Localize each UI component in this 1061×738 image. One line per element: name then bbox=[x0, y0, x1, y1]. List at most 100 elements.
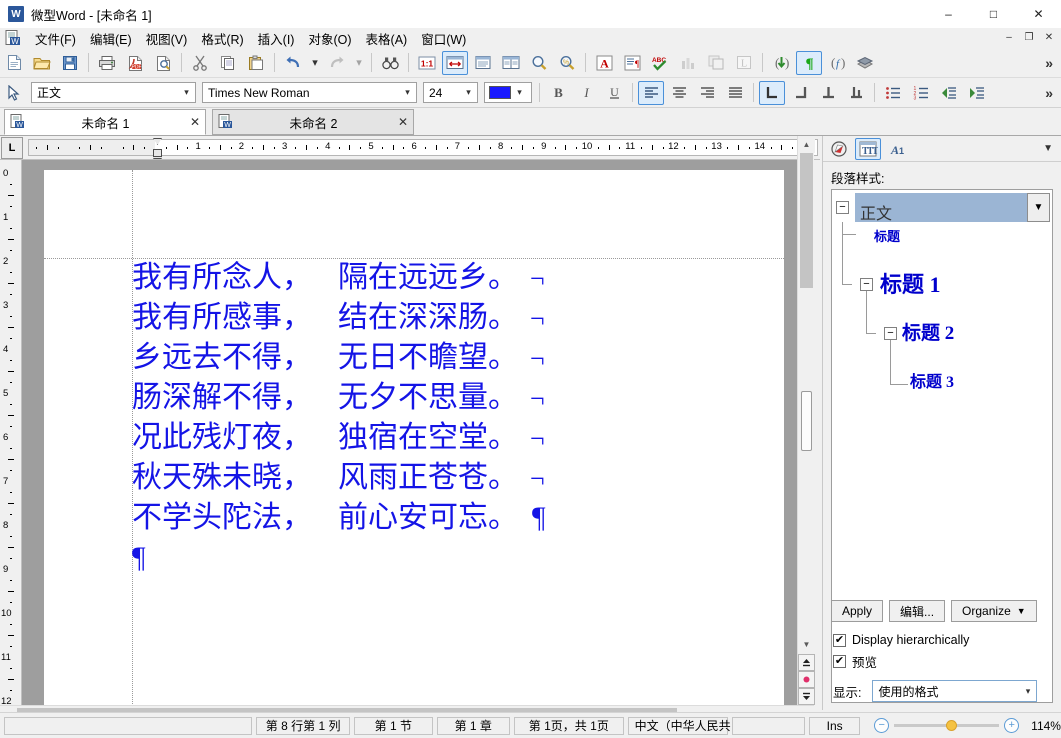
italic-button[interactable]: I bbox=[573, 81, 599, 105]
menu-file[interactable]: 文件(F) bbox=[28, 27, 83, 50]
show-filter-combo[interactable]: 使用的格式 ▾ bbox=[872, 680, 1038, 702]
menu-format[interactable]: 格式(R) bbox=[194, 27, 250, 50]
copy-icon[interactable] bbox=[215, 51, 241, 75]
next-page-icon[interactable] bbox=[798, 688, 815, 705]
tab-stop-selector[interactable]: L bbox=[1, 136, 23, 159]
menu-edit[interactable]: 编辑(E) bbox=[83, 27, 139, 50]
paragraph-style-combo[interactable]: 正文 ▾ bbox=[31, 82, 196, 103]
tab-close-icon[interactable]: ✕ bbox=[185, 115, 205, 129]
paste-icon[interactable] bbox=[243, 51, 269, 75]
browse-object-icon[interactable] bbox=[798, 671, 815, 688]
function-icon[interactable]: ( ) f bbox=[824, 51, 850, 75]
status-insert-mode[interactable]: Ins bbox=[809, 716, 861, 735]
apply-button[interactable]: Apply bbox=[831, 600, 884, 622]
document-page[interactable]: 我有所念人， 隔在远远乡。 ¬ 我有所感事， 结在深深肠。 ¬ 乡远去不得， 无日不瞻望。… bbox=[44, 170, 784, 705]
chevron-down-icon[interactable]: ▾ bbox=[1019, 682, 1036, 701]
zoom-in-icon[interactable] bbox=[526, 51, 552, 75]
document-canvas[interactable]: 我有所念人， 隔在远远乡。 ¬ 我有所感事， 结在深深肠。 ¬ 乡远去不得， 无日不瞻望。… bbox=[22, 160, 797, 705]
style-tree[interactable]: ▼ − 正文 标题 − 标题 1 − 标题 2 标题 3 bbox=[831, 189, 1053, 703]
maximize-button[interactable]: □ bbox=[971, 0, 1016, 28]
print-preview-icon[interactable] bbox=[150, 51, 176, 75]
menu-view[interactable]: 视图(V) bbox=[139, 27, 195, 50]
chevron-down-icon[interactable]: ▾ bbox=[399, 83, 416, 102]
bullet-list-icon[interactable] bbox=[880, 81, 906, 105]
menu-object[interactable]: 对象(O) bbox=[301, 27, 358, 50]
zoom-knob[interactable] bbox=[946, 720, 958, 731]
select-arrow-icon[interactable] bbox=[1, 81, 27, 105]
scroll-down-button[interactable]: ▼ bbox=[798, 636, 815, 653]
status-page[interactable]: 第 1页，共 1页 bbox=[514, 716, 624, 735]
vertical-scrollbar[interactable]: ▲ ▼ bbox=[797, 136, 815, 705]
document-text[interactable]: 我有所念人， 隔在远远乡。 ¬ 我有所感事， 结在深深肠。 ¬ 乡远去不得， 无日不瞻望。… bbox=[132, 258, 732, 578]
status-chapter[interactable]: 第 1 章 bbox=[436, 716, 511, 735]
zoom-level-label[interactable]: 114% bbox=[1031, 719, 1061, 733]
tab-untitled-2[interactable]: W 未命名 2 ✕ bbox=[212, 109, 414, 135]
status-cursor-position[interactable]: 第 8 行第 1 列 bbox=[256, 716, 351, 735]
chevron-down-icon[interactable]: ▾ bbox=[178, 83, 195, 102]
horizontal-ruler[interactable]: L 123456789101112131415 bbox=[0, 136, 837, 160]
font-color-picker[interactable]: ▾ bbox=[484, 82, 532, 103]
menu-window[interactable]: 窗口(W) bbox=[414, 27, 473, 50]
character-styles-icon[interactable] bbox=[826, 138, 852, 160]
frame-styles-icon[interactable]: A 1 bbox=[884, 138, 910, 160]
two-page-icon[interactable] bbox=[498, 51, 524, 75]
display-hierarchically-row[interactable]: ✔ Display hierarchically bbox=[833, 633, 969, 647]
vertical-ruler[interactable]: 0 1 2 3 4 5 6 7 8 9 10 11 12 bbox=[0, 160, 22, 735]
close-button[interactable]: ✕ bbox=[1016, 0, 1061, 28]
increase-indent-icon[interactable] bbox=[964, 81, 990, 105]
vertical-scroll-thumb[interactable] bbox=[800, 153, 813, 288]
zoom-slider[interactable]: − + 114% bbox=[874, 718, 1061, 733]
export-pdf-icon[interactable]: PDF bbox=[122, 51, 148, 75]
font-size-combo[interactable]: 24 ▾ bbox=[423, 82, 478, 103]
formatting-toolbar-overflow[interactable]: » bbox=[1045, 85, 1053, 101]
style-expander-3[interactable]: − bbox=[884, 327, 897, 340]
print-icon[interactable] bbox=[94, 51, 120, 75]
minimize-button[interactable]: – bbox=[926, 0, 971, 28]
zoom-out-button[interactable]: − bbox=[874, 718, 890, 733]
style-expander-0[interactable]: − bbox=[836, 201, 849, 214]
align-justify-icon[interactable] bbox=[722, 81, 748, 105]
valign-bottom-icon[interactable] bbox=[787, 81, 813, 105]
formatting-marks-icon[interactable]: ¶ bbox=[796, 50, 822, 75]
mdi-restore-button[interactable]: ❐ bbox=[1019, 29, 1039, 46]
insert-field-icon[interactable]: ( ) bbox=[768, 51, 794, 75]
previous-page-icon[interactable] bbox=[798, 654, 815, 671]
open-folder-icon[interactable] bbox=[29, 51, 55, 75]
standard-toolbar-overflow[interactable]: » bbox=[1045, 55, 1053, 71]
bold-button[interactable]: B bbox=[545, 81, 571, 105]
style-node-heading-3[interactable]: 标题 3 bbox=[910, 368, 954, 392]
tab-untitled-1[interactable]: W 未命名 1 ✕ bbox=[4, 109, 206, 135]
character-format-icon[interactable]: A bbox=[591, 51, 617, 75]
zoom-percent-icon[interactable]: % bbox=[554, 51, 580, 75]
numbered-list-icon[interactable]: 123 bbox=[908, 81, 934, 105]
mdi-minimize-button[interactable]: – bbox=[999, 29, 1019, 46]
edit-button[interactable]: 编辑... bbox=[889, 600, 946, 622]
style-node-title[interactable]: 标题 bbox=[874, 226, 900, 245]
align-right-icon[interactable] bbox=[694, 81, 720, 105]
zoom-track[interactable] bbox=[894, 720, 1000, 731]
underline-button[interactable]: U bbox=[601, 81, 627, 105]
align-left-icon[interactable] bbox=[638, 80, 664, 105]
chevron-down-icon[interactable]: ▾ bbox=[511, 83, 528, 102]
package-icon[interactable] bbox=[852, 51, 878, 75]
undo-icon[interactable] bbox=[280, 51, 306, 75]
style-node-heading-1[interactable]: 标题 1 bbox=[880, 267, 941, 299]
status-section[interactable]: 第 1 节 bbox=[354, 716, 433, 735]
style-node-heading-2[interactable]: 标题 2 bbox=[902, 318, 954, 345]
cut-icon[interactable] bbox=[187, 51, 213, 75]
status-language[interactable]: 中文（中华人民共 bbox=[627, 716, 731, 735]
zoom-100-icon[interactable]: 1:1 bbox=[414, 51, 440, 75]
valign-top-icon[interactable] bbox=[759, 80, 785, 105]
undo-dropdown-icon[interactable]: ▾ bbox=[307, 51, 323, 75]
scroll-up-button[interactable]: ▲ bbox=[798, 136, 815, 153]
preview-checkbox[interactable]: ✔ bbox=[833, 655, 846, 668]
new-document-icon[interactable] bbox=[1, 51, 27, 75]
page-width-icon[interactable] bbox=[442, 50, 468, 75]
style-node-normal[interactable]: 正文 bbox=[860, 200, 892, 224]
menu-insert[interactable]: 插入(I) bbox=[251, 27, 302, 50]
styles-panel-menu-caret[interactable]: ▼ bbox=[1043, 143, 1053, 154]
decrease-indent-icon[interactable] bbox=[936, 81, 962, 105]
status-empty-field[interactable] bbox=[731, 716, 806, 735]
organize-button[interactable]: Organize ▼ bbox=[951, 600, 1037, 622]
spellcheck-icon[interactable]: ABC bbox=[647, 51, 673, 75]
